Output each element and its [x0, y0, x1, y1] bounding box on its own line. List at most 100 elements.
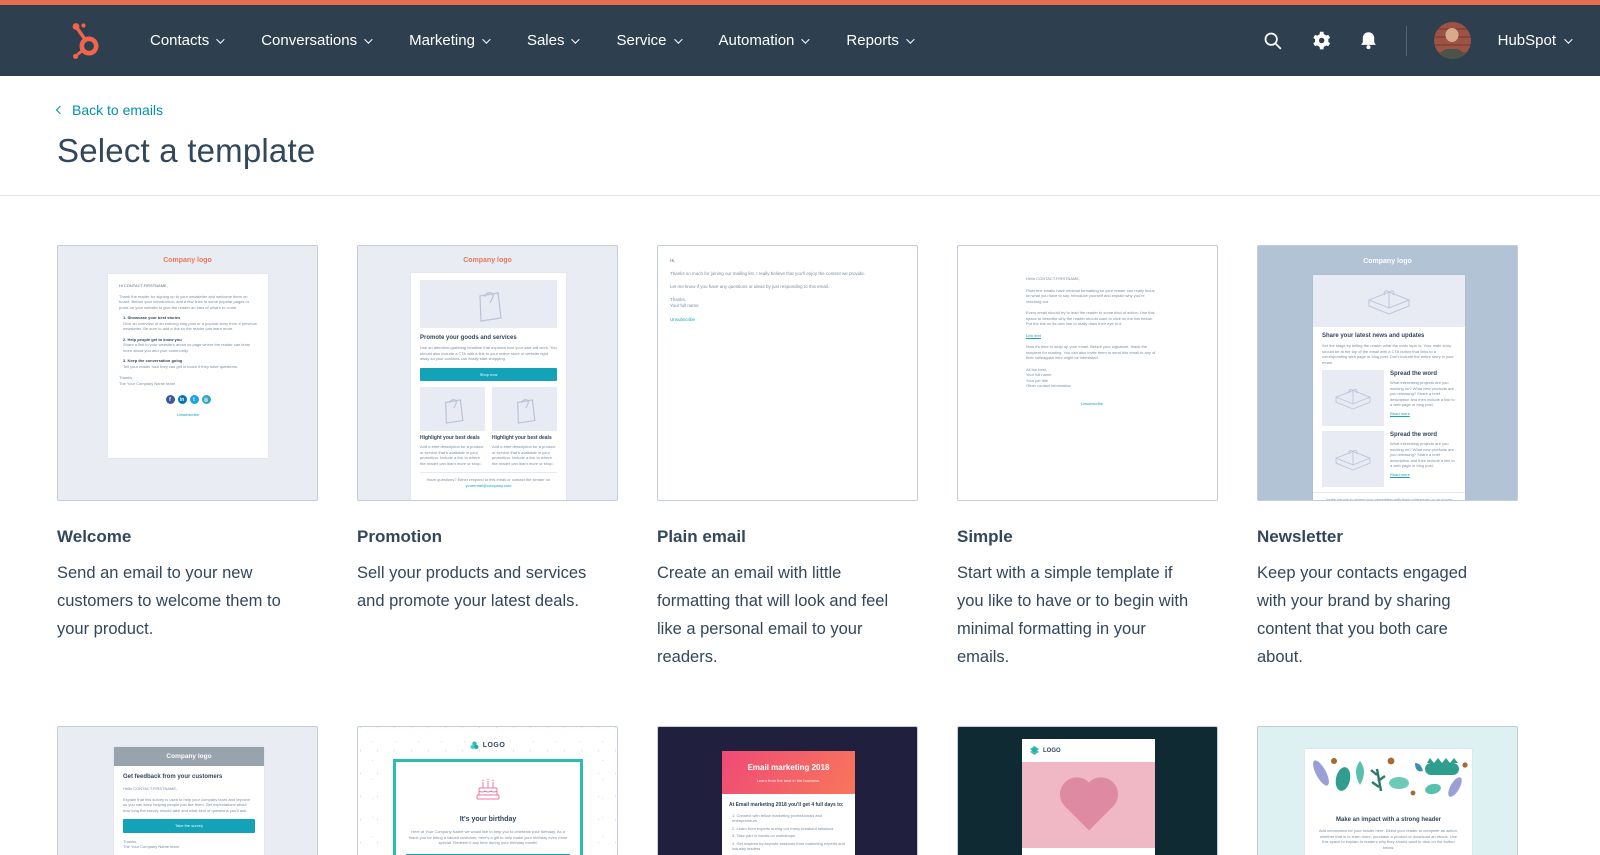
thumb-list-body: Tell your reader how they can get in tou…	[123, 364, 257, 370]
thumb-paragraph: Thank the reader for signing up to your …	[119, 294, 257, 311]
template-card-birthday: LOGO It's your birthday Here at Your Com…	[357, 726, 618, 855]
thumb-list-item: 4. Get inspired by keynote sessions from…	[732, 841, 848, 852]
nav-item-conversations[interactable]: Conversations	[261, 32, 370, 49]
template-grid: Company logo Hi CONTACT.FIRSTNAME, Thank…	[0, 196, 1600, 855]
nav-item-service[interactable]: Service	[616, 32, 679, 49]
thumb-logo-text: LOGO	[483, 742, 506, 749]
template-card-simple: Hello CONTACT.FIRSTNAME, Plain text emai…	[957, 245, 1218, 726]
chevron-down-icon	[364, 35, 372, 43]
thumb-company-logo: Company logo	[358, 257, 617, 264]
avatar[interactable]	[1434, 22, 1471, 59]
nav-item-sales[interactable]: Sales	[527, 32, 578, 49]
thumb-read-more-link: Read more	[1390, 411, 1456, 417]
template-description: Create an email with little formatting t…	[657, 559, 895, 671]
template-thumbnail-promotion[interactable]: Company logo Promote your goods and serv…	[357, 245, 618, 501]
template-thumbnail-event[interactable]: Email marketing 2018 Learn from the best…	[657, 726, 918, 855]
template-card-feedback: Company logo Get feedback from your cust…	[57, 726, 318, 855]
nav-item-reports[interactable]: Reports	[846, 32, 912, 49]
thumb-unsubscribe-link: Unsubscribe	[1026, 401, 1158, 407]
template-thumbnail-feedback-photo[interactable]: LOGO Your feedback matters to us We're e…	[957, 726, 1218, 855]
thumb-footer-text: Have questions? Either respond to this e…	[427, 477, 551, 482]
thumb-logo-row: LOGO	[358, 741, 617, 750]
thumb-paragraph: Thanks so much for joining our mailing l…	[670, 271, 887, 277]
thumb-list-body: Give an overview of an enticing blog pos…	[123, 321, 257, 332]
thumb-greeting: Hello CONTACT.FIRSTNAME,	[1026, 276, 1158, 282]
nav-divider	[1406, 26, 1407, 56]
account-menu[interactable]: HubSpot	[1498, 32, 1570, 49]
diamond-logo-icon	[1030, 746, 1039, 755]
thumb-paragraph: Add information for your reader here. Di…	[1318, 828, 1459, 850]
shopping-bag-image	[420, 280, 557, 328]
template-card-plain-email: Hi, Thanks so much for joining our maili…	[657, 245, 918, 726]
chevron-down-icon	[802, 35, 810, 43]
search-icon[interactable]	[1262, 30, 1283, 51]
hands-heart-photo	[1022, 762, 1155, 848]
birthday-cake-icon	[473, 774, 503, 802]
thumb-company-logo: Company logo	[114, 747, 264, 766]
template-name: Promotion	[357, 527, 618, 547]
account-label: HubSpot	[1498, 32, 1556, 49]
thumb-event-title: Email marketing 2018	[728, 763, 849, 772]
nav-item-marketing[interactable]: Marketing	[409, 32, 488, 49]
template-thumbnail-feedback[interactable]: Company logo Get feedback from your cust…	[57, 726, 318, 855]
gear-icon[interactable]	[1310, 30, 1331, 51]
thumb-social-icons: fint◎	[119, 395, 257, 404]
template-thumbnail-simple[interactable]: Hello CONTACT.FIRSTNAME, Plain text emai…	[957, 245, 1218, 501]
thumb-email-sheet: Share your latest news and updates Set t…	[1313, 275, 1465, 501]
nav-item-automation[interactable]: Automation	[719, 32, 808, 49]
nav-item-label: Conversations	[261, 32, 357, 49]
thumb-heading: Get feedback from your customers	[123, 773, 255, 781]
facebook-icon: f	[166, 395, 175, 404]
template-thumbnail-birthday[interactable]: LOGO It's your birthday Here at Your Com…	[357, 726, 618, 855]
template-name: Simple	[957, 527, 1218, 547]
chevron-down-icon	[216, 35, 224, 43]
thumb-list-body: Share a link to your website's about us …	[123, 342, 257, 353]
chevron-down-icon	[572, 35, 580, 43]
gift-box-image	[1313, 275, 1465, 327]
thumb-unsubscribe-link: Unsubscribe	[119, 412, 257, 418]
thumb-footer-text: Invite people to share your newsletter w…	[1313, 492, 1465, 501]
thumb-unsubscribe-link: Unsubscribe	[670, 317, 887, 323]
bell-icon[interactable]	[1358, 30, 1379, 51]
template-thumbnail-plain-email[interactable]: Hi, Thanks so much for joining our maili…	[657, 245, 918, 501]
nav-item-label: Reports	[846, 32, 899, 49]
thumb-section-body: What interesting projects are you workin…	[1390, 380, 1456, 408]
thumb-paragraph: Use an attention-grabbing headline that …	[420, 345, 557, 362]
gift-box-image	[1322, 431, 1384, 487]
template-thumbnail-welcome[interactable]: Company logo Hi CONTACT.FIRSTNAME, Thank…	[57, 245, 318, 501]
avatar-body	[1440, 49, 1464, 59]
thumb-heading: Promote your goods and services	[420, 334, 557, 342]
nav-item-contacts[interactable]: Contacts	[150, 32, 222, 49]
template-name: Newsletter	[1257, 527, 1518, 547]
thumb-column-body: Add a brief description for a product or…	[492, 444, 557, 466]
thumb-paragraph: Set the stage by telling the reader what…	[1322, 343, 1456, 365]
linkedin-icon: in	[178, 395, 187, 404]
thumb-email-sheet: Hi CONTACT.FIRSTNAME, Thank the reader f…	[108, 274, 268, 458]
thumb-email-sheet: Company logo Get feedback from your cust…	[114, 747, 264, 855]
instagram-icon: ◎	[202, 395, 211, 404]
template-thumbnail-newsletter[interactable]: Company logo Share your latest news and …	[1257, 245, 1518, 501]
thumb-company-logo: Company logo	[58, 257, 317, 264]
thumb-company-logo: Company logo	[1258, 258, 1517, 265]
template-thumbnail-strong-header[interactable]: Make an impact with a strong header Add …	[1257, 726, 1518, 855]
thumb-list-item: 1. Connect with fellow marketing profess…	[732, 813, 848, 824]
thumb-logo-row: LOGO	[1022, 739, 1155, 762]
shopping-bag-image	[420, 387, 485, 431]
nav-menu: Contacts Conversations Marketing Sales S…	[150, 32, 912, 49]
thumb-column-heading: Highlight your best deals	[492, 435, 557, 442]
template-card-promotion: Company logo Promote your goods and serv…	[357, 245, 618, 726]
thumb-footer: Have questions? Either respond to this e…	[420, 472, 557, 488]
thumb-footer-link: youremail@company.com	[465, 483, 511, 488]
thumb-paragraph: Plain text emails have minimal formattin…	[1026, 288, 1158, 305]
thumb-email-sheet: Make an impact with a strong header Add …	[1305, 749, 1472, 855]
hubspot-logo-icon[interactable]	[70, 21, 104, 61]
thumb-paragraph: Here at Your Company Name we would like …	[406, 829, 570, 846]
thumb-paragraph: Every email should try to lead the reade…	[1026, 310, 1158, 327]
back-to-emails-link[interactable]: Back to emails	[57, 102, 163, 118]
main-nav: Contacts Conversations Marketing Sales S…	[0, 5, 1600, 76]
thumb-section-body: What interesting projects are you workin…	[1390, 441, 1456, 469]
nav-item-label: Service	[616, 32, 666, 49]
thumb-heading: Share your latest news and updates	[1322, 332, 1456, 340]
flower-logo-icon	[470, 741, 479, 750]
thumb-greeting: Hello CONTACT.FIRSTNAME,	[123, 786, 255, 792]
